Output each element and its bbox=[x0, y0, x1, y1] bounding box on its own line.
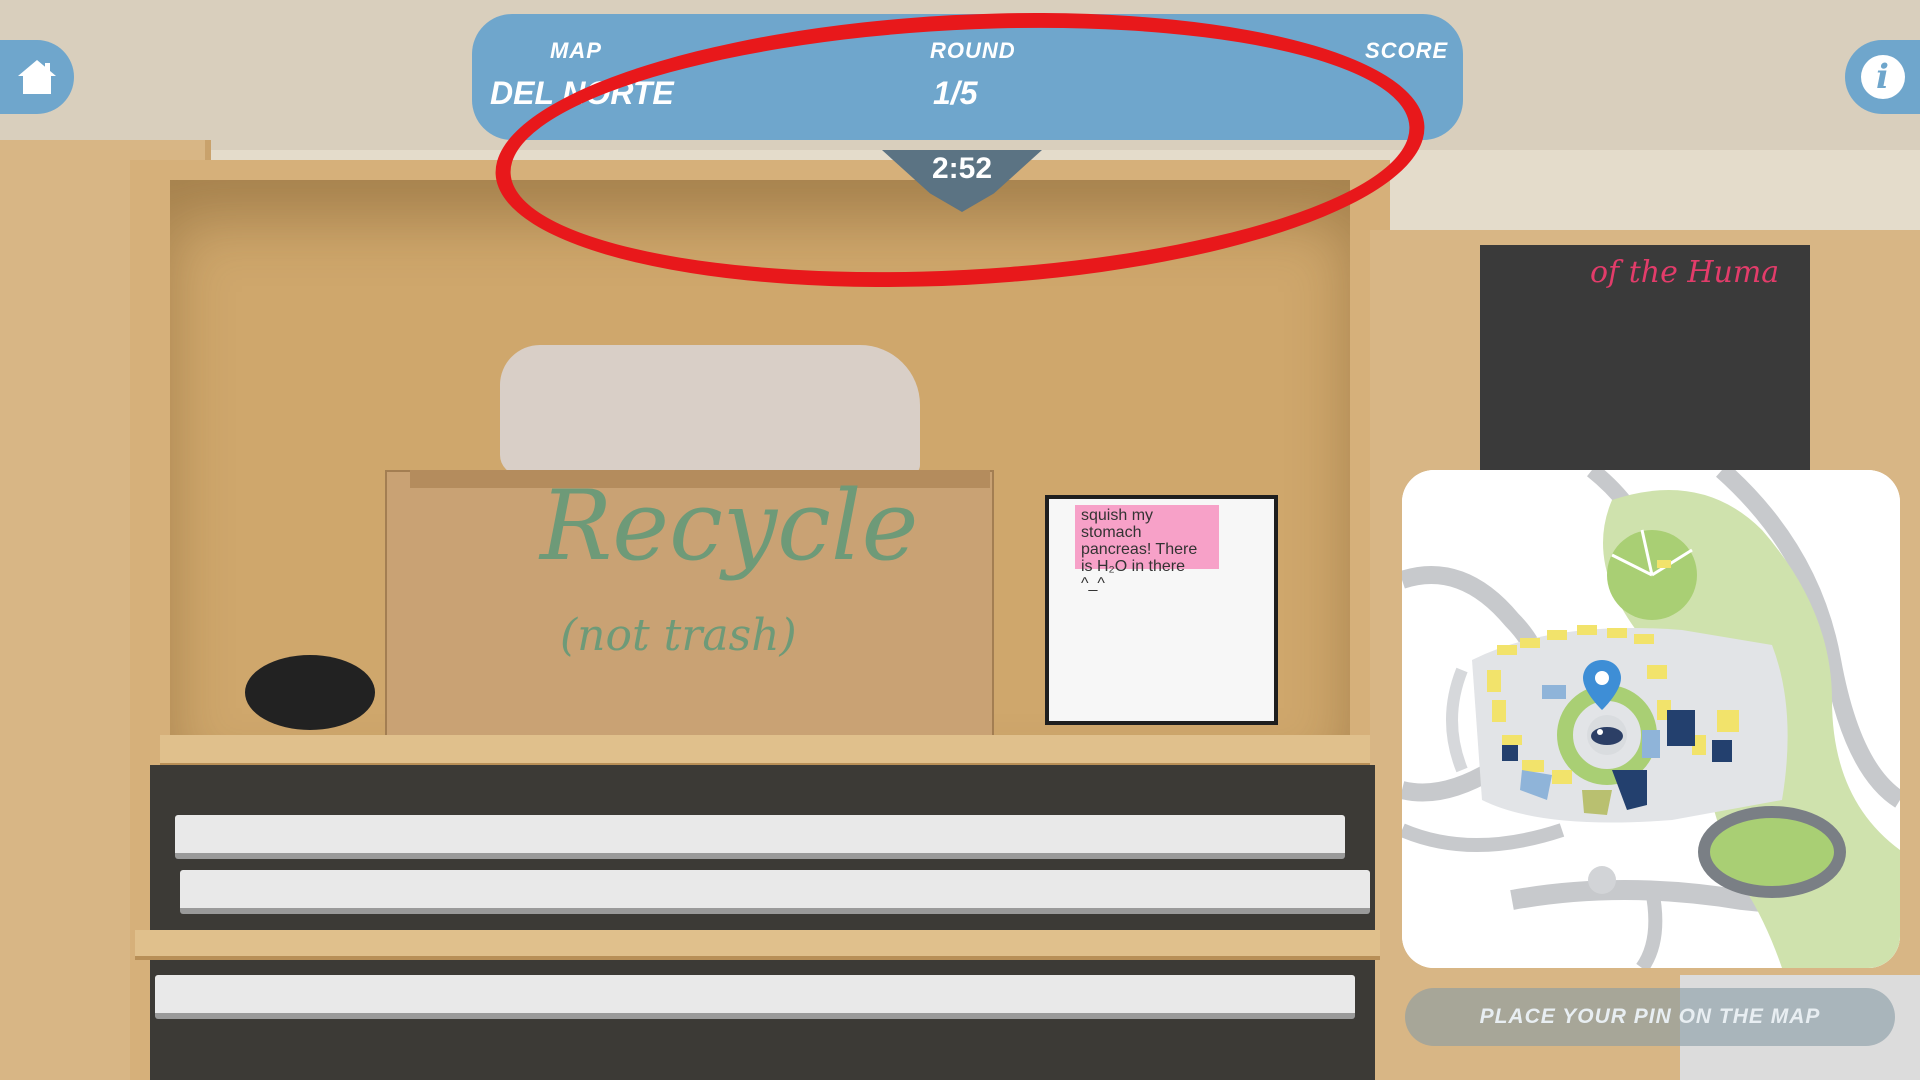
box-handwriting-recycle: Recycle bbox=[540, 470, 919, 582]
hawk-logo-icon bbox=[1591, 727, 1623, 745]
plastic-bag bbox=[500, 345, 920, 475]
info-button[interactable]: i bbox=[1845, 40, 1920, 114]
tray bbox=[175, 815, 1345, 859]
shelf-lower bbox=[135, 930, 1380, 960]
info-icon: i bbox=[1860, 55, 1905, 99]
sticky-note-text: squish my stomach pancreas! There is H₂O… bbox=[1081, 507, 1198, 575]
dumbbell-weight bbox=[245, 655, 375, 730]
map-label: MAP bbox=[550, 38, 602, 63]
campus-map[interactable] bbox=[1402, 470, 1900, 968]
sticky-note: squish my stomach pancreas! There is H₂O… bbox=[1075, 505, 1219, 592]
sticky-note-face: ^_^ bbox=[1081, 575, 1105, 592]
timer-text: 2:52 bbox=[931, 152, 993, 185]
shelf-upper bbox=[160, 735, 1370, 767]
tray bbox=[180, 870, 1370, 914]
tray bbox=[155, 975, 1355, 1019]
home-icon bbox=[18, 60, 56, 94]
home-button[interactable] bbox=[0, 40, 74, 114]
lower-compartment bbox=[150, 765, 1375, 1080]
score-label: SCORE bbox=[1365, 38, 1449, 63]
box-handwriting-not-trash: (not trash) bbox=[560, 610, 797, 661]
poster-title: of the Huma bbox=[1590, 255, 1780, 290]
minimap[interactable] bbox=[1402, 470, 1900, 968]
place-pin-button[interactable]: PLACE YOUR PIN ON THE MAP bbox=[1405, 988, 1895, 1046]
